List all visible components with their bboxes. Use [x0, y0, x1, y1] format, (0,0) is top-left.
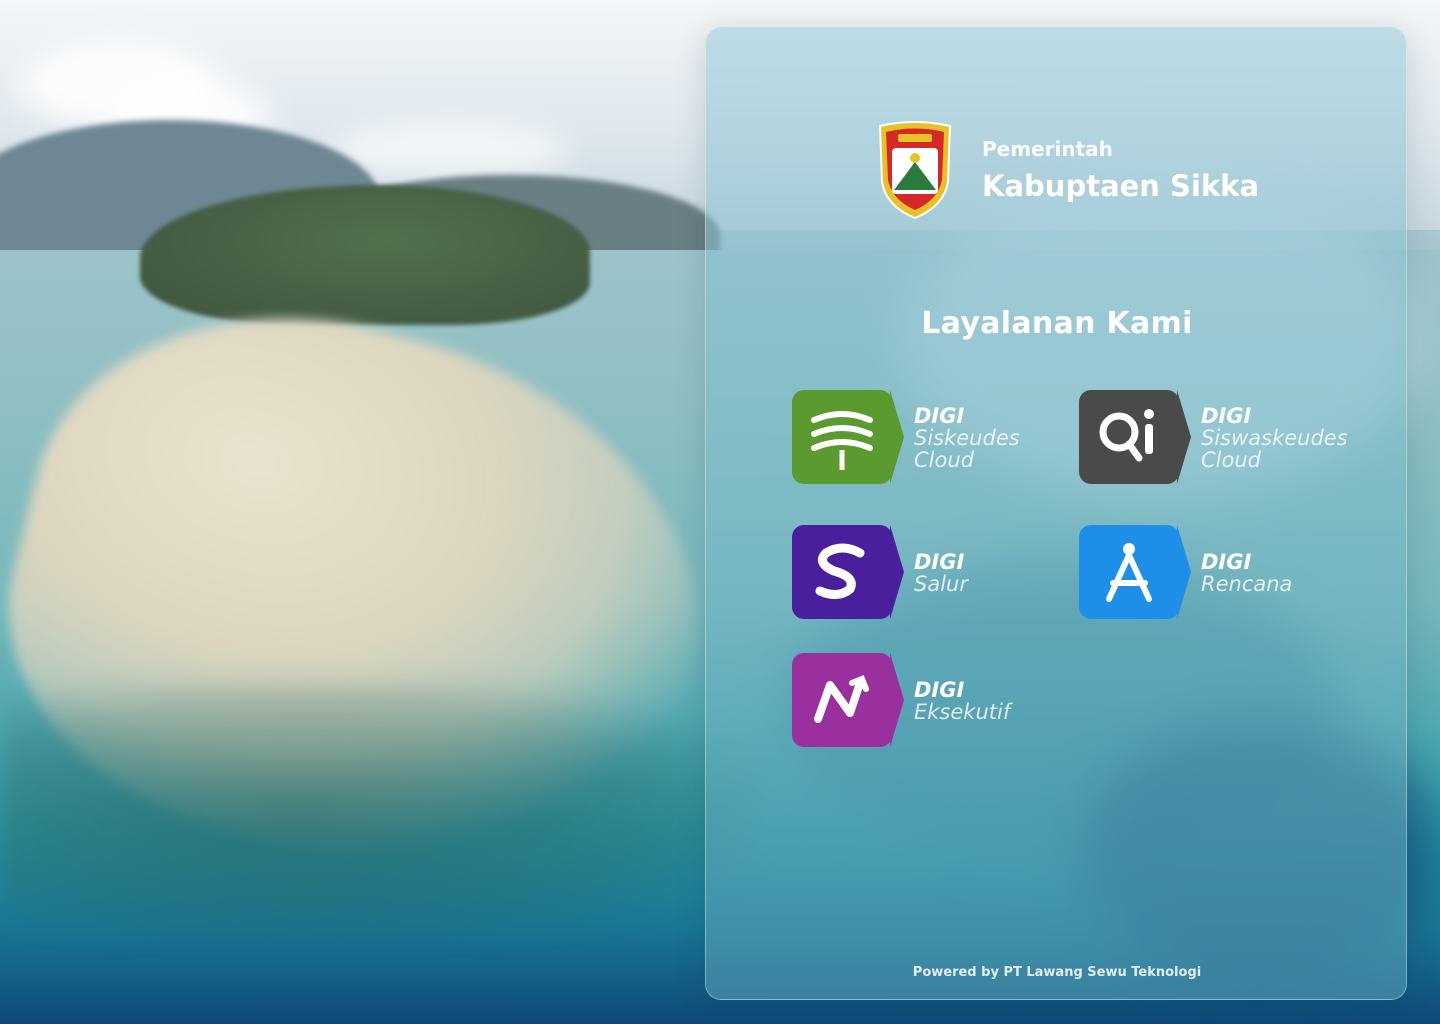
service-brand: DIGI	[914, 549, 965, 574]
compass-drafting-icon	[1079, 525, 1191, 621]
service-brand: DIGI	[914, 403, 965, 428]
service-name: Siskeudes	[914, 425, 1020, 450]
service-name: Eksekutif	[914, 700, 1011, 724]
service-brand: DIGI	[1201, 403, 1252, 428]
n-arrow-icon	[792, 653, 904, 749]
header-title: Kabuptaen Sikka	[982, 169, 1260, 203]
service-brand: DIGI	[1201, 549, 1252, 574]
service-brand: DIGI	[914, 677, 965, 702]
kabupaten-sikka-crest-icon	[878, 121, 952, 220]
service-digi-eksekutif[interactable]: DIGI Eksekutif	[792, 653, 1010, 749]
reef	[0, 680, 760, 940]
services-panel: Pemerintah Kabuptaen Sikka Layalanan Kam…	[705, 27, 1407, 1000]
service-name: Siswaskeudes	[1201, 425, 1348, 450]
service-digi-siswaskeudes-cloud[interactable]: DIGI Siswaskeudes Cloud	[1079, 390, 1348, 486]
service-name: Salur	[914, 572, 968, 596]
service-name: Rencana	[1201, 572, 1293, 596]
s-letter-icon	[792, 525, 904, 621]
wheat-leaf-icon	[792, 390, 904, 486]
service-name-line2: Cloud	[1201, 448, 1261, 473]
header-subtitle: Pemerintah	[982, 137, 1113, 161]
footer-credit: Powered by PT Lawang Sewu Teknologi	[912, 965, 1202, 980]
government-header: Pemerintah Kabuptaen Sikka	[876, 120, 1259, 220]
service-name-line2: Cloud	[914, 448, 974, 473]
service-digi-rencana[interactable]: DIGI Rencana	[1079, 525, 1292, 621]
service-digi-siskeudes-cloud[interactable]: DIGI Siskeudes Cloud	[792, 390, 1020, 486]
qi-magnifier-icon	[1079, 390, 1191, 486]
service-digi-salur[interactable]: DIGI Salur	[792, 525, 968, 621]
section-title: Layalanan Kami	[921, 306, 1193, 341]
island	[140, 185, 590, 325]
